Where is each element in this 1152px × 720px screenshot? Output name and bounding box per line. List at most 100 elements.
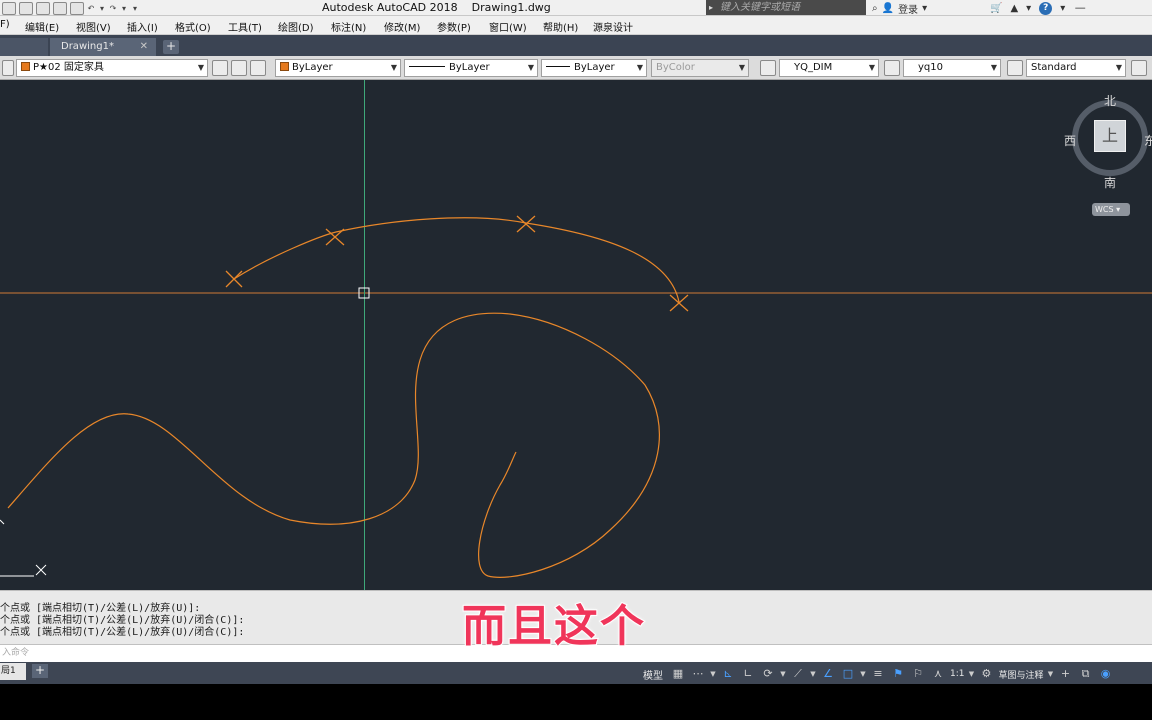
menu-parametric[interactable]: 参数(P) — [437, 19, 471, 34]
menu-help[interactable]: 帮助(H) — [543, 19, 578, 34]
save-as-icon[interactable] — [53, 1, 67, 15]
menu-modify[interactable]: 修改(M) — [384, 19, 420, 34]
ortho-icon[interactable]: ∟ — [740, 666, 756, 682]
chevron-down-icon: ▾ — [1116, 205, 1121, 214]
object-snap-icon[interactable]: □ — [840, 666, 856, 682]
object-snap-dropdown-icon[interactable]: ▼ — [860, 666, 866, 682]
dim-style-dropdown[interactable]: YQ_DIM ▼ — [779, 59, 879, 77]
dynamic-input-icon[interactable]: ⊾ — [720, 666, 736, 682]
model-space-toggle[interactable]: 模型 — [640, 667, 666, 682]
cart-icon[interactable]: 🛒 — [990, 3, 1002, 14]
menu-format[interactable]: 格式(O) — [175, 19, 211, 34]
new-tab-button[interactable]: + — [163, 40, 179, 54]
tab-drawing1[interactable]: Drawing1* ✕ — [50, 38, 156, 56]
layer-match-icon[interactable] — [231, 60, 247, 76]
command-prompt-placeholder: 入命令 — [2, 648, 30, 658]
snap-icon[interactable]: ⋯ — [690, 666, 706, 682]
layer-dropdown[interactable]: P★02 固定家具 ▼ — [16, 59, 208, 77]
annotation-visibility-icon[interactable]: ⚑ — [890, 666, 906, 682]
save-icon[interactable] — [36, 1, 50, 15]
customize-qat-icon[interactable]: ▾ — [131, 2, 139, 15]
lineweight-icon[interactable]: ≡ — [870, 666, 886, 682]
workspace-dropdown-icon[interactable]: ▼ — [1048, 666, 1054, 682]
redo-dropdown-icon[interactable]: ▾ — [120, 2, 128, 15]
plus-icon[interactable]: + — [1058, 666, 1074, 682]
add-layout-button[interactable]: + — [32, 664, 48, 678]
menu-yuanquan[interactable]: 源泉设计 — [593, 19, 633, 34]
redo-icon[interactable]: ↷ — [109, 2, 117, 15]
layer-previous-icon[interactable] — [250, 60, 266, 76]
isodraft-dropdown-icon[interactable]: ▼ — [810, 666, 816, 682]
menu-window[interactable]: 窗口(W) — [489, 19, 527, 34]
undo-icon[interactable]: ↶ — [87, 2, 95, 15]
workspace-label[interactable]: 草图与注释 — [998, 668, 1043, 681]
compass-south[interactable]: 南 — [1104, 174, 1116, 191]
annotation-scale-value[interactable]: 1:1 — [950, 669, 964, 679]
properties-toolbar: P★02 固定家具 ▼ ByLayer ▼ ByLayer ▼ ByLayer … — [0, 56, 1152, 80]
close-tab-icon[interactable]: ✕ — [140, 38, 148, 56]
compass-west[interactable]: 西 — [1064, 132, 1076, 149]
annotation-scale-icon[interactable]: ⋏ — [930, 666, 946, 682]
login-dropdown-icon[interactable]: ▾ — [922, 3, 927, 14]
menu-file[interactable]: F) — [0, 19, 10, 30]
layer-state-icon[interactable] — [2, 60, 14, 76]
layout-tab[interactable]: 局1 — [0, 663, 26, 680]
polar-dropdown-icon[interactable]: ▼ — [780, 666, 786, 682]
binoculars-icon[interactable]: ⌕ — [872, 3, 878, 14]
menu-tools[interactable]: 工具(T) — [228, 19, 262, 34]
isolate-objects-icon[interactable]: ⧉ — [1078, 666, 1094, 682]
text-style-icon[interactable] — [760, 60, 776, 76]
multileader-style-icon[interactable] — [1131, 60, 1147, 76]
layer-dropdown-value: P★02 固定家具 — [33, 62, 104, 73]
help-icon[interactable]: ? — [1039, 1, 1053, 15]
table-style-icon[interactable] — [1007, 60, 1023, 76]
wcs-menu[interactable]: WCS ▾ — [1092, 203, 1130, 216]
snap-dropdown-icon[interactable]: ▼ — [710, 666, 716, 682]
menu-insert[interactable]: 插入(I) — [127, 19, 158, 34]
search-expand-icon[interactable]: ▸ — [706, 0, 716, 15]
table-style-dropdown[interactable]: Standard ▼ — [1026, 59, 1126, 77]
viewcube[interactable]: 北 南 西 东 上 — [1064, 92, 1152, 191]
lineweight-dropdown[interactable]: ByLayer ▼ — [541, 59, 647, 77]
minimize-icon[interactable]: — — [1073, 1, 1087, 15]
dimension-style-icon[interactable] — [884, 60, 900, 76]
object-snap-tracking-icon[interactable]: ∠ — [820, 666, 836, 682]
help-dropdown-icon[interactable]: ▾ — [1026, 3, 1031, 14]
menu-view[interactable]: 视图(V) — [76, 19, 111, 34]
letterbox-bottom — [0, 684, 1152, 720]
existing-spline[interactable] — [7, 312, 660, 578]
search-input[interactable]: 键入关键字或短语 — [716, 0, 866, 15]
undo-dropdown-icon[interactable]: ▾ — [98, 2, 106, 15]
tab-start[interactable] — [0, 38, 48, 56]
tab-drawing1-label: Drawing1* — [61, 41, 114, 52]
table-style-dropdown-value: Standard — [1031, 62, 1077, 73]
grid-icon[interactable]: ▦ — [670, 666, 686, 682]
menu-edit[interactable]: 编辑(E) — [25, 19, 59, 34]
hardware-acceleration-icon[interactable]: ◉ — [1098, 666, 1114, 682]
a360-icon[interactable]: ▲ — [1010, 3, 1018, 14]
menu-dimension[interactable]: 标注(N) — [331, 19, 366, 34]
spline-in-progress[interactable] — [233, 217, 680, 303]
menu-draw[interactable]: 绘图(D) — [278, 19, 314, 34]
login-label[interactable]: 登录 — [898, 1, 918, 16]
color-dropdown[interactable]: ByLayer ▼ — [275, 59, 401, 77]
polar-icon[interactable]: ⟳ — [760, 666, 776, 682]
linetype-dropdown[interactable]: ByLayer ▼ — [404, 59, 538, 77]
drawing-svg — [0, 80, 1152, 590]
login-area[interactable]: ⌕ 👤 登录 ▾ — [872, 0, 927, 16]
new-file-icon[interactable] — [2, 1, 16, 15]
open-file-icon[interactable] — [19, 1, 33, 15]
help-menu-dropdown-icon[interactable]: ▾ — [1060, 3, 1065, 14]
print-icon[interactable] — [70, 1, 84, 15]
compass-north[interactable]: 北 — [1104, 92, 1116, 109]
drawing-canvas[interactable] — [0, 80, 1152, 590]
scale-dropdown-icon[interactable]: ▼ — [968, 666, 974, 682]
isodraft-icon[interactable]: ⟋ — [790, 666, 806, 682]
compass-east[interactable]: 东 — [1144, 132, 1152, 149]
fit-point-marker — [225, 270, 243, 288]
auto-scale-icon[interactable]: ⚐ — [910, 666, 926, 682]
viewcube-top-face[interactable]: 上 — [1094, 120, 1126, 152]
workspace-gear-icon[interactable]: ⚙ — [978, 666, 994, 682]
make-current-layer-icon[interactable] — [212, 60, 228, 76]
text-style-dropdown[interactable]: yq10 ▼ — [903, 59, 1001, 77]
